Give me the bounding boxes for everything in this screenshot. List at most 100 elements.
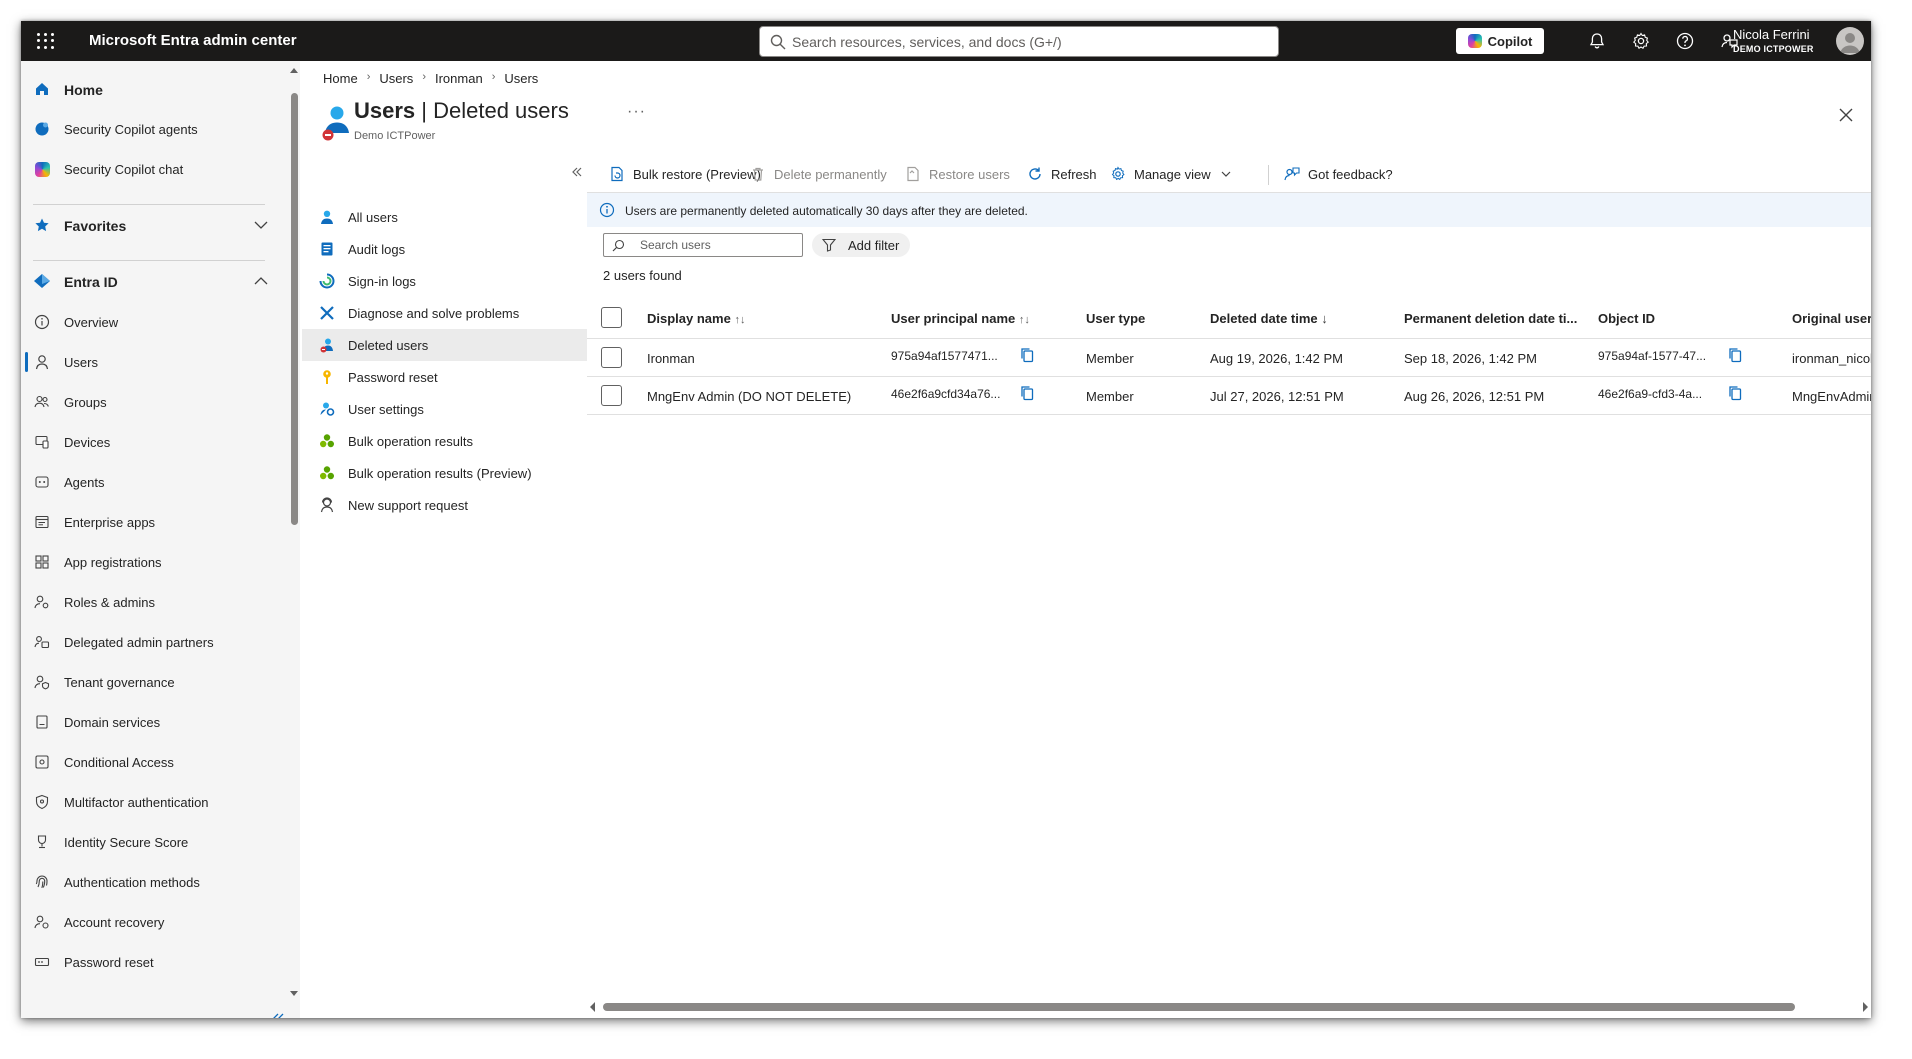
- menu-sign-in-logs[interactable]: Sign-in logs: [302, 265, 587, 297]
- nav-delegated-admin-partners[interactable]: Delegated admin partners: [21, 628, 283, 656]
- nav-multifactor-authentication[interactable]: Multifactor authentication: [21, 788, 283, 816]
- breadcrumb-item[interactable]: Home: [323, 71, 358, 86]
- breadcrumb-item[interactable]: Users: [504, 71, 538, 86]
- search-users-input[interactable]: [640, 237, 790, 253]
- horizontal-scrollbar[interactable]: [587, 999, 1871, 1013]
- collapse-nav-icon[interactable]: [270, 1011, 286, 1018]
- nav-enterprise-apps[interactable]: Enterprise apps: [21, 508, 283, 536]
- menu-new-support-request[interactable]: New support request: [302, 489, 587, 521]
- nav-agents[interactable]: Agents: [21, 468, 283, 496]
- nav-agents-label: Agents: [64, 475, 105, 490]
- nav-security-copilot-agents[interactable]: Security Copilot agents: [21, 115, 283, 143]
- app-title[interactable]: Microsoft Entra admin center: [89, 32, 297, 49]
- horizontal-scrollbar-thumb[interactable]: [603, 1003, 1795, 1011]
- close-icon[interactable]: [1838, 107, 1854, 123]
- page-subtitle: Demo ICTPower: [354, 130, 436, 142]
- menu-diagnose-solve[interactable]: Diagnose and solve problems: [302, 297, 587, 329]
- col-original-upn[interactable]: Original user prin: [1792, 311, 1871, 326]
- avatar[interactable]: [1836, 27, 1864, 55]
- help-icon[interactable]: [1675, 31, 1695, 51]
- nav-authentication-methods[interactable]: Authentication methods: [21, 868, 283, 896]
- col-user-type[interactable]: User type: [1086, 311, 1145, 326]
- select-all-checkbox[interactable]: [601, 307, 622, 328]
- nav-favorites[interactable]: Favorites: [21, 211, 283, 239]
- nav-scrollbar[interactable]: [288, 61, 300, 1018]
- nav-conditional-access[interactable]: Conditional Access: [21, 748, 283, 776]
- star-icon: [33, 216, 51, 234]
- menu-audit-logs[interactable]: Audit logs: [302, 233, 587, 265]
- row-checkbox[interactable]: [601, 347, 622, 368]
- nav-groups[interactable]: Groups: [21, 388, 283, 416]
- more-actions-icon[interactable]: ···: [627, 103, 646, 121]
- nav-scrollbar-thumb[interactable]: [291, 93, 298, 525]
- bulk-restore-button[interactable]: Bulk restore (Preview): [609, 163, 761, 185]
- cell-original-upn: ironman_nicolafe: [1792, 351, 1871, 366]
- scroll-down-arrow-icon[interactable]: [290, 989, 298, 997]
- copilot-chat-icon: [33, 160, 51, 178]
- global-search-input[interactable]: [792, 31, 1262, 53]
- nav-home[interactable]: Home: [21, 75, 283, 103]
- bulk-results-icon: [320, 434, 334, 448]
- nav-password-reset[interactable]: Password reset: [21, 948, 283, 976]
- top-bar: Microsoft Entra admin center Copilot Nic…: [21, 21, 1871, 61]
- password-icon: [33, 953, 51, 971]
- copy-icon[interactable]: [1019, 385, 1035, 401]
- nav-overview[interactable]: Overview: [21, 308, 283, 336]
- feedback-button[interactable]: Got feedback?: [1284, 163, 1393, 185]
- nav-devices[interactable]: Devices: [21, 428, 283, 456]
- nav-domain-services[interactable]: Domain services: [21, 708, 283, 736]
- row-checkbox[interactable]: [601, 385, 622, 406]
- nav-app-registrations[interactable]: App registrations: [21, 548, 283, 576]
- audit-log-icon: [321, 242, 333, 256]
- table-row[interactable]: Ironman 975a94af1577471... Member Aug 19…: [587, 339, 1871, 377]
- delete-permanently-button[interactable]: Delete permanently: [750, 163, 887, 185]
- restore-users-button[interactable]: Restore users: [905, 163, 1010, 185]
- copy-icon[interactable]: [1019, 347, 1035, 363]
- nav-divider: [33, 260, 265, 261]
- breadcrumb-item[interactable]: Ironman: [435, 71, 483, 86]
- app-launcher-icon[interactable]: [35, 31, 55, 51]
- nav-roles-admins[interactable]: Roles & admins: [21, 588, 283, 616]
- menu-bulk-operation-results[interactable]: Bulk operation results: [302, 425, 587, 457]
- copilot-button[interactable]: Copilot: [1456, 28, 1544, 54]
- document-icon: [33, 713, 51, 731]
- manage-view-button[interactable]: Manage view: [1110, 163, 1232, 185]
- copy-icon[interactable]: [1727, 385, 1743, 401]
- col-display-name[interactable]: Display name ↑↓: [647, 311, 745, 326]
- table-row[interactable]: MngEnv Admin (DO NOT DELETE) 46e2f6a9cfd…: [587, 377, 1871, 415]
- chevron-up-icon[interactable]: [253, 273, 269, 289]
- nav-account-recovery[interactable]: Account recovery: [21, 908, 283, 936]
- col-deleted-date[interactable]: Deleted date time ↓: [1210, 311, 1328, 326]
- cell-object-id: 975a94af-1577-47...: [1598, 349, 1707, 363]
- global-search[interactable]: [759, 26, 1279, 57]
- gear-icon[interactable]: [1631, 31, 1651, 51]
- collapse-menu-icon[interactable]: [570, 165, 584, 179]
- scroll-up-arrow-icon[interactable]: [290, 67, 298, 75]
- nav-users[interactable]: Users: [21, 348, 283, 376]
- menu-password-reset[interactable]: Password reset: [302, 361, 587, 393]
- scroll-left-arrow-icon[interactable]: [589, 1002, 597, 1012]
- menu-all-users[interactable]: All users: [302, 201, 587, 233]
- nav-entra-id[interactable]: Entra ID: [21, 267, 283, 295]
- col-permanent-deletion[interactable]: Permanent deletion date ti...: [1404, 311, 1584, 326]
- cell-original-upn: MngEnvAdmin@r: [1792, 389, 1871, 404]
- menu-user-settings[interactable]: User settings: [302, 393, 587, 425]
- col-upn[interactable]: User principal name ↑↓: [891, 311, 1030, 326]
- nav-tenant-governance[interactable]: Tenant governance: [21, 668, 283, 696]
- bell-icon[interactable]: [1587, 31, 1607, 51]
- col-object-id[interactable]: Object ID: [1598, 311, 1655, 326]
- nav-security-copilot-chat[interactable]: Security Copilot chat: [21, 155, 283, 183]
- nav-divider: [33, 204, 265, 205]
- scroll-right-arrow-icon[interactable]: [1861, 1002, 1869, 1012]
- search-users-box[interactable]: [603, 233, 803, 257]
- menu-deleted-users[interactable]: Deleted users: [302, 329, 587, 361]
- chevron-down-icon[interactable]: [253, 217, 269, 233]
- nav-identity-secure-score[interactable]: Identity Secure Score: [21, 828, 283, 856]
- refresh-button[interactable]: Refresh: [1027, 163, 1097, 185]
- menu-all-users-label: All users: [348, 210, 398, 225]
- copy-icon[interactable]: [1727, 347, 1743, 363]
- breadcrumb-item[interactable]: Users: [379, 71, 413, 86]
- menu-bulk-operation-results-preview[interactable]: Bulk operation results (Preview): [302, 457, 587, 489]
- add-filter-button[interactable]: Add filter: [812, 233, 910, 257]
- user-name[interactable]: Nicola Ferrini: [1733, 27, 1810, 42]
